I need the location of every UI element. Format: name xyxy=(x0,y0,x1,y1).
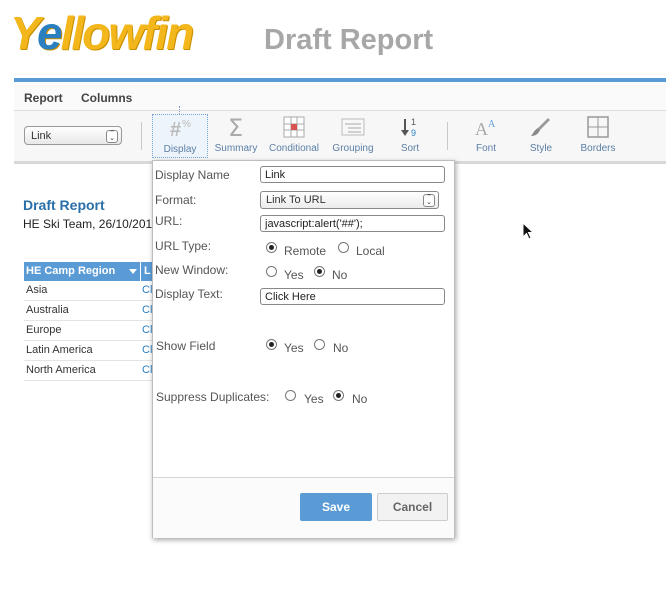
conditional-grid-icon xyxy=(266,114,322,140)
url-type-local-radio[interactable] xyxy=(338,242,349,253)
suppress-yes-radio[interactable] xyxy=(285,390,296,401)
tab-style[interactable]: Style xyxy=(513,114,569,158)
show-field-yes-radio[interactable] xyxy=(266,339,277,350)
sub-navigation: Report Columns xyxy=(14,82,666,111)
svg-text:A: A xyxy=(475,119,488,139)
yellowfin-logo: Yellowfin xyxy=(10,7,194,59)
display-name-label: Display Name xyxy=(155,168,230,182)
svg-text:1: 1 xyxy=(411,117,416,127)
table-row: North America Cl xyxy=(24,361,156,381)
display-settings-dialog: Display Name Format: Link To URL ⌃⌄ URL:… xyxy=(152,160,455,538)
column-header-link[interactable]: L xyxy=(144,265,151,277)
tab-grouping[interactable]: Grouping xyxy=(325,114,381,158)
table-header: HE Camp Region L xyxy=(24,262,156,281)
cancel-button[interactable]: Cancel xyxy=(377,493,448,521)
report-table: HE Camp Region L Asia Cl Australia Cl Euro… xyxy=(24,262,156,381)
cell-region: North America xyxy=(26,364,96,376)
show-field-no-label: No xyxy=(333,341,349,355)
svg-text:9: 9 xyxy=(411,128,416,138)
sigma-icon: Σ xyxy=(208,114,264,140)
format-select-value: Link To URL xyxy=(266,194,326,206)
tab-summary-label: Summary xyxy=(214,143,258,154)
hash-percent-icon: #% xyxy=(153,115,207,141)
tab-summary[interactable]: Σ Summary xyxy=(208,114,264,158)
tab-font-label: Font xyxy=(475,143,496,154)
url-label: URL: xyxy=(155,214,183,228)
svg-text:#: # xyxy=(170,119,181,140)
suppress-no-radio[interactable] xyxy=(333,390,344,401)
report-subtitle: HE Ski Team, 26/10/201 xyxy=(23,217,153,231)
cell-link[interactable]: Cl xyxy=(142,364,152,376)
report-title: Draft Report xyxy=(23,197,105,213)
save-button[interactable]: Save xyxy=(300,493,372,521)
format-select[interactable]: Link To URL ⌃ ⌄ xyxy=(260,191,439,209)
url-type-label: URL Type: xyxy=(155,239,212,253)
toolbar-separator xyxy=(447,122,448,150)
suppress-yes-label: Yes xyxy=(304,392,324,406)
format-label: Format: xyxy=(155,193,197,207)
url-type-remote-radio[interactable] xyxy=(266,242,277,253)
url-type-remote-label: Remote xyxy=(284,244,327,258)
column-select[interactable]: Link ⌃ ⌄ xyxy=(24,126,122,145)
tab-grouping-label: Grouping xyxy=(332,143,374,154)
mouse-cursor-icon xyxy=(522,221,535,244)
url-input[interactable] xyxy=(260,215,445,232)
cell-region: Australia xyxy=(26,304,69,316)
url-type-local-label: Local xyxy=(356,244,385,258)
new-window-no-label: No xyxy=(332,268,348,282)
column-select-value: Link xyxy=(31,130,52,142)
nav-report[interactable]: Report xyxy=(24,91,63,105)
show-field-no-radio[interactable] xyxy=(314,339,325,350)
new-window-yes-radio[interactable] xyxy=(266,266,277,277)
column-header-region[interactable]: HE Camp Region xyxy=(26,265,115,277)
table-row: Europe Cl xyxy=(24,321,156,341)
chevron-updown-icon: ⌃ ⌄ xyxy=(423,194,435,207)
tab-display-label: Display xyxy=(163,144,197,155)
display-text-label: Display Text: xyxy=(155,287,223,301)
new-window-label: New Window: xyxy=(155,263,229,277)
toolbar-separator xyxy=(141,122,142,150)
grouping-lines-icon xyxy=(325,114,381,140)
chevron-updown-icon: ⌃ ⌄ xyxy=(106,130,118,143)
nav-columns[interactable]: Columns xyxy=(81,91,132,105)
svg-text:A: A xyxy=(488,119,496,130)
table-row: Asia Cl xyxy=(24,281,156,301)
borders-icon xyxy=(570,114,626,140)
tab-style-label: Style xyxy=(529,143,553,154)
column-divider xyxy=(140,262,141,281)
table-row: Latin America Cl xyxy=(24,341,156,361)
brush-icon xyxy=(513,114,569,140)
tab-font[interactable]: AA Font xyxy=(458,114,514,158)
tab-borders-label: Borders xyxy=(580,143,616,154)
table-row: Australia Cl xyxy=(24,301,156,321)
display-name-input[interactable] xyxy=(260,166,445,183)
tab-conditional[interactable]: Conditional xyxy=(266,114,322,158)
suppress-duplicates-label: Suppress Duplicates: xyxy=(156,390,270,404)
cell-link[interactable]: Cl xyxy=(142,324,152,336)
new-window-no-radio[interactable] xyxy=(314,266,325,277)
cell-link[interactable]: Cl xyxy=(142,304,152,316)
tab-sort-label: Sort xyxy=(400,143,420,154)
cell-link[interactable]: Cl xyxy=(142,284,152,296)
display-text-input[interactable] xyxy=(260,288,445,305)
sort-down-icon[interactable] xyxy=(129,269,137,274)
show-field-yes-label: Yes xyxy=(284,341,304,355)
cell-region: Asia xyxy=(26,284,48,296)
sort-icon: 19 xyxy=(382,114,438,140)
tab-sort[interactable]: 19 Sort xyxy=(382,114,438,158)
tab-display[interactable]: #% Display xyxy=(152,114,208,158)
cell-link[interactable]: Cl xyxy=(142,344,152,356)
tab-conditional-label: Conditional xyxy=(268,143,320,154)
cell-region: Latin America xyxy=(26,344,93,356)
new-window-yes-label: Yes xyxy=(284,268,304,282)
suppress-no-label: No xyxy=(352,392,368,406)
cell-region: Europe xyxy=(26,324,62,336)
show-field-label: Show Field xyxy=(156,339,216,353)
font-icon: AA xyxy=(458,114,514,140)
svg-text:%: % xyxy=(182,119,191,130)
tab-borders[interactable]: Borders xyxy=(570,114,626,158)
svg-text:Σ: Σ xyxy=(228,115,243,139)
page-title: Draft Report xyxy=(264,24,434,56)
dialog-footer: Save Cancel xyxy=(153,477,454,538)
